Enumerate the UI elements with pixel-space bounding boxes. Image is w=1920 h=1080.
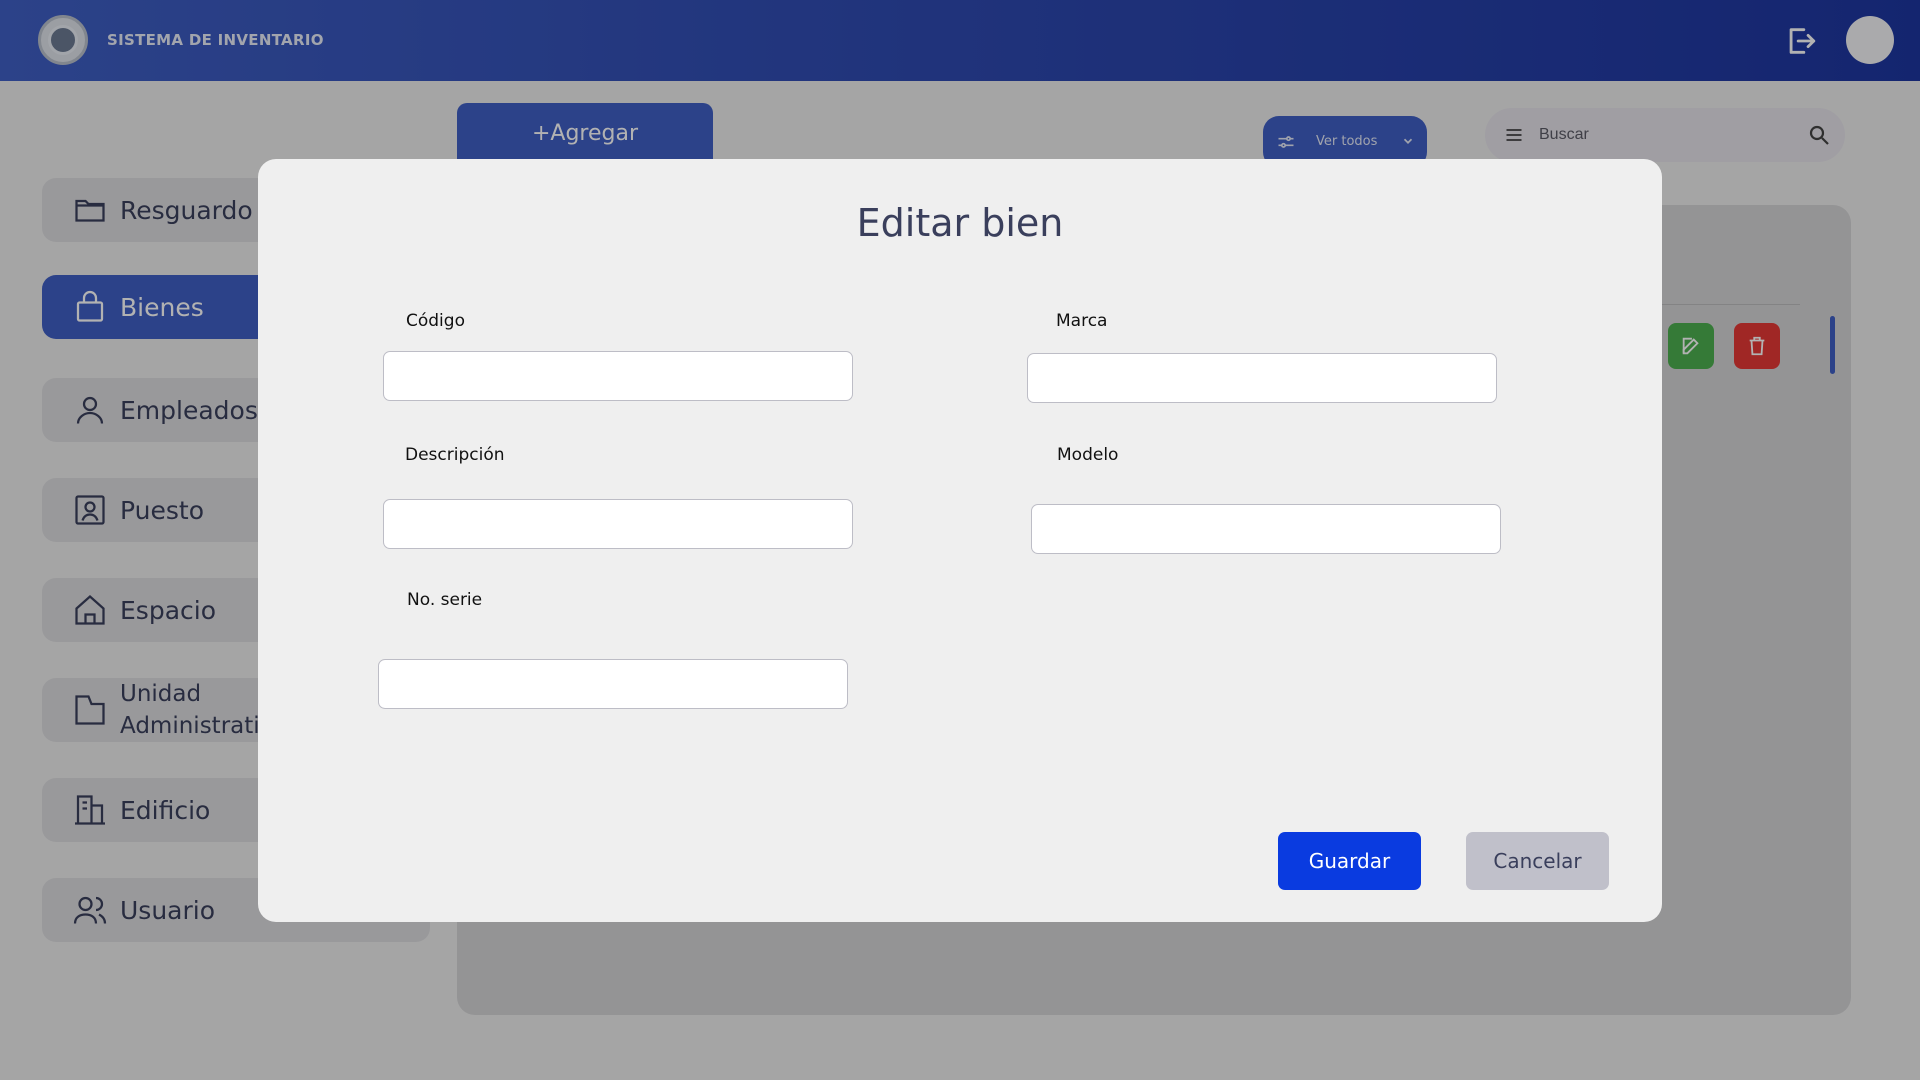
no-serie-field[interactable] bbox=[378, 659, 848, 709]
cancel-button[interactable]: Cancelar bbox=[1466, 832, 1609, 890]
edit-item-dialog: Editar bien Código Marca Descripción Mod… bbox=[258, 159, 1662, 922]
marca-field[interactable] bbox=[1027, 353, 1497, 403]
descripcion-label: Descripción bbox=[405, 445, 505, 465]
modelo-field[interactable] bbox=[1031, 504, 1501, 554]
no-serie-label: No. serie bbox=[407, 590, 483, 610]
save-button[interactable]: Guardar bbox=[1278, 832, 1421, 890]
descripcion-field[interactable] bbox=[383, 499, 853, 549]
codigo-label: Código bbox=[406, 311, 465, 331]
dialog-title: Editar bien bbox=[856, 201, 1064, 245]
modelo-label: Modelo bbox=[1057, 445, 1119, 465]
codigo-field[interactable] bbox=[383, 351, 853, 401]
marca-label: Marca bbox=[1056, 311, 1108, 331]
